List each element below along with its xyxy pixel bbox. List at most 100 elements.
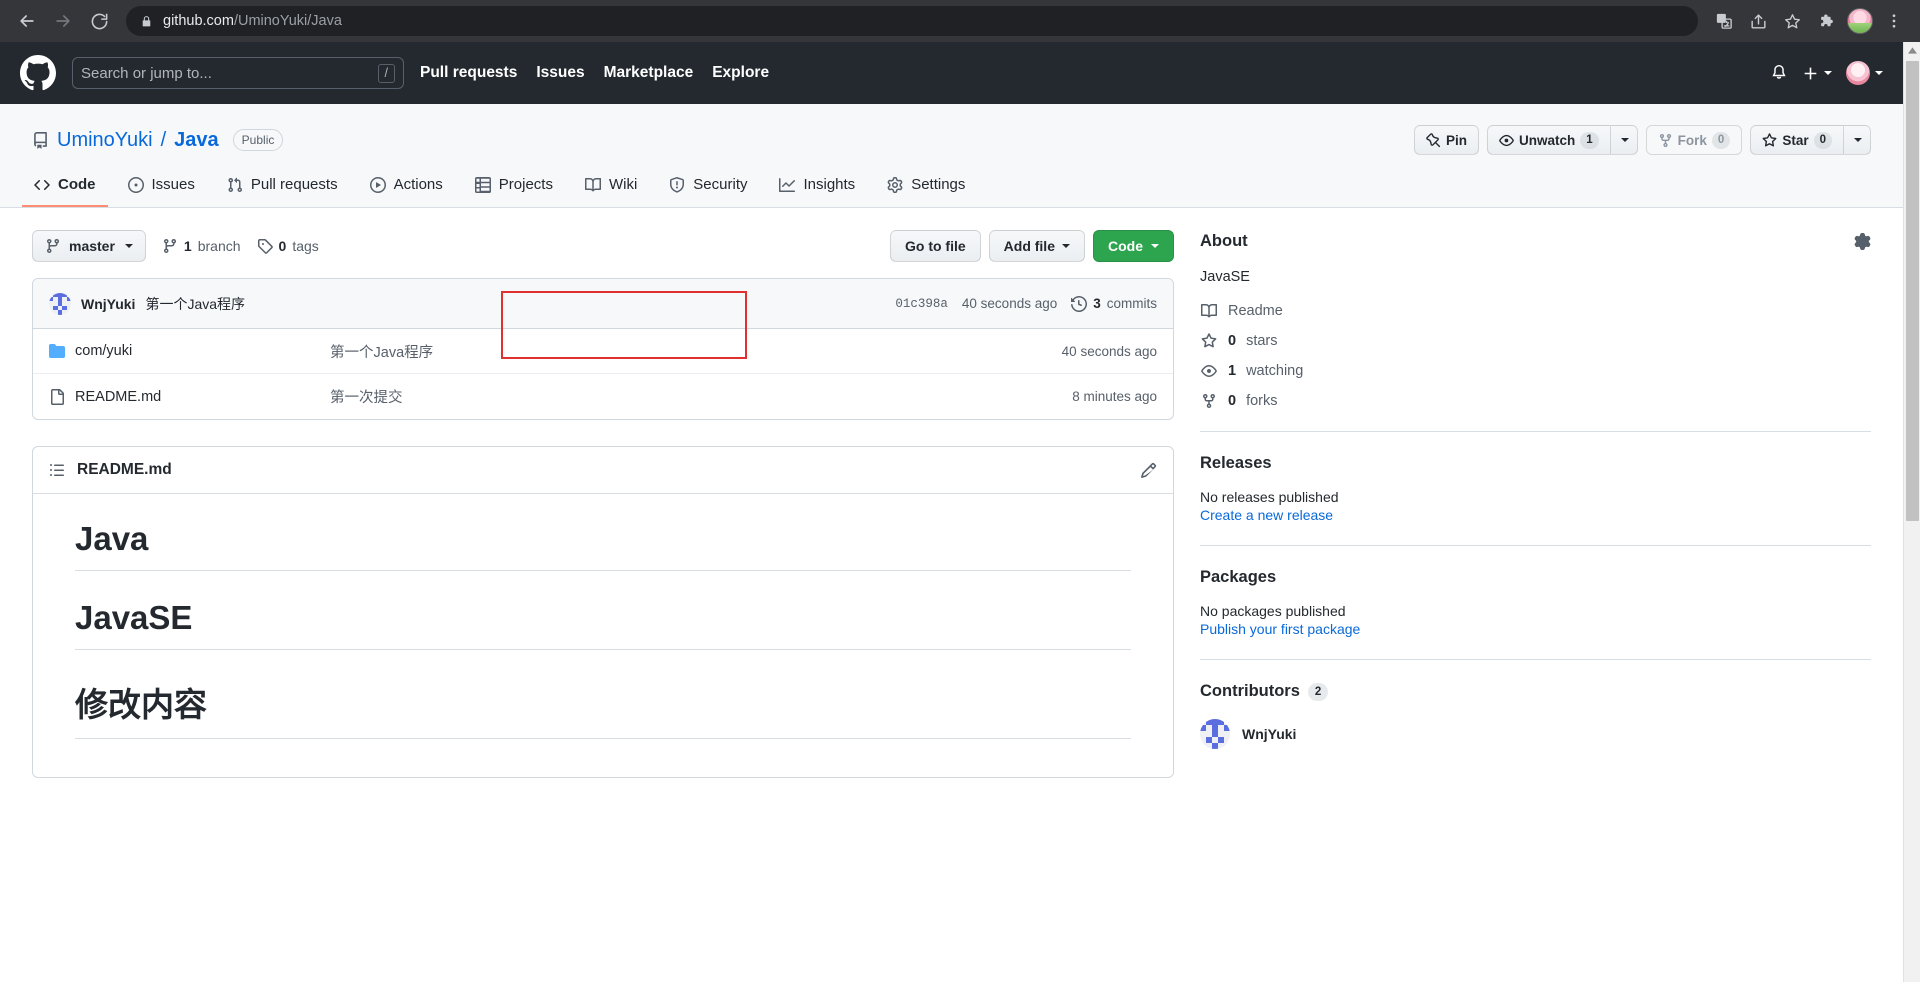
nav-marketplace[interactable]: Marketplace: [604, 64, 694, 82]
address-bar[interactable]: github.com/UminoYuki/Java: [126, 6, 1698, 36]
pencil-icon[interactable]: [1140, 462, 1157, 479]
tab-actions-label: Actions: [393, 176, 443, 193]
stars-link[interactable]: 0 stars: [1200, 333, 1871, 349]
chevron-down-icon: [1854, 138, 1862, 142]
tab-pull-requests[interactable]: Pull requests: [215, 168, 350, 207]
nav-explore[interactable]: Explore: [712, 64, 769, 82]
share-icon[interactable]: [1742, 5, 1774, 37]
commit-author-avatar: [49, 292, 71, 315]
repo-name-link[interactable]: Java: [174, 129, 219, 152]
tab-actions[interactable]: Actions: [358, 168, 455, 207]
forks-link[interactable]: 0 forks: [1200, 393, 1871, 409]
commits-count-link[interactable]: 3 commits: [1071, 295, 1157, 312]
visibility-badge: Public: [232, 129, 284, 151]
about-title-text: About: [1200, 232, 1248, 250]
page-scrollbar[interactable]: [1903, 42, 1920, 982]
book-icon: [584, 177, 601, 193]
chevron-down-icon: [1151, 244, 1159, 248]
browser-toolbar: github.com/UminoYuki/Java G: [0, 0, 1920, 42]
more-menu-icon[interactable]: [1878, 5, 1910, 37]
readme-link[interactable]: Readme: [1200, 303, 1871, 319]
divider: [1200, 545, 1871, 546]
tab-insights[interactable]: Insights: [767, 168, 867, 207]
star-button[interactable]: Star 0: [1750, 125, 1843, 155]
create-release-link[interactable]: Create a new release: [1200, 507, 1871, 523]
scroll-up-arrow-icon[interactable]: [1904, 42, 1920, 59]
pin-button[interactable]: Pin: [1413, 125, 1479, 155]
branch-count-link[interactable]: 1 branch: [162, 238, 241, 254]
file-commit-time: 8 minutes ago: [1072, 389, 1157, 404]
tab-security-label: Security: [693, 176, 748, 193]
bell-icon[interactable]: [1770, 64, 1788, 82]
go-to-file-button[interactable]: Go to file: [889, 230, 981, 262]
commit-sha[interactable]: 01c398a: [895, 297, 948, 311]
url-domain: github.com: [163, 13, 234, 29]
unwatch-button[interactable]: Unwatch 1: [1486, 125, 1610, 155]
translate-icon[interactable]: G: [1708, 5, 1740, 37]
extensions-puzzle-icon[interactable]: [1810, 5, 1842, 37]
tag-count: 0: [278, 238, 287, 254]
tab-issues-label: Issues: [151, 176, 195, 193]
releases-section-title: Releases: [1200, 454, 1871, 473]
file-commit-time: 40 seconds ago: [1061, 343, 1157, 359]
account-menu[interactable]: [1846, 61, 1883, 85]
scrollbar-thumb[interactable]: [1906, 61, 1919, 521]
profile-avatar[interactable]: [1844, 5, 1876, 37]
forward-arrow-icon[interactable]: [46, 4, 80, 38]
url-text: github.com/UminoYuki/Java: [163, 13, 342, 29]
stars-label: stars: [1246, 333, 1278, 349]
create-new-menu[interactable]: [1802, 65, 1832, 82]
commit-meta: 01c398a 40 seconds ago 3 commits: [895, 295, 1157, 312]
branch-count: 1: [183, 238, 192, 254]
github-mark-icon[interactable]: [20, 55, 56, 91]
search-input[interactable]: Search or jump to... /: [72, 57, 404, 89]
list-item[interactable]: WnjYuki: [1200, 719, 1871, 749]
latest-commit-bar: WnjYuki 第一个Java程序 01c398a 40 seconds ago…: [33, 279, 1173, 329]
tab-code[interactable]: Code: [22, 168, 108, 207]
table-row[interactable]: com/yuki 第一个Java程序 40 seconds ago: [33, 329, 1173, 374]
add-file-label: Add file: [1003, 238, 1055, 254]
back-arrow-icon[interactable]: [10, 4, 44, 38]
gear-icon[interactable]: [1854, 233, 1871, 250]
contributor-name[interactable]: WnjYuki: [1242, 726, 1296, 742]
tab-projects[interactable]: Projects: [463, 168, 565, 207]
tag-count-link[interactable]: 0 tags: [257, 238, 319, 254]
watching-link[interactable]: 1 watching: [1200, 363, 1871, 379]
publish-package-link[interactable]: Publish your first package: [1200, 621, 1871, 637]
commit-author-name[interactable]: WnjYuki: [81, 296, 135, 312]
tab-issues[interactable]: Issues: [116, 168, 207, 207]
reload-icon[interactable]: [82, 4, 116, 38]
nav-pull-requests[interactable]: Pull requests: [420, 64, 517, 82]
watch-dropdown-button[interactable]: [1609, 125, 1638, 155]
file-commit-message[interactable]: 第一次提交: [330, 386, 1072, 407]
branch-selector-button[interactable]: master: [32, 230, 146, 262]
fork-icon: [1200, 393, 1218, 409]
tag-count-label: tags: [292, 238, 319, 254]
packages-section-title: Packages: [1200, 568, 1871, 587]
code-download-button[interactable]: Code: [1093, 230, 1174, 262]
commits-count: 3: [1093, 296, 1101, 311]
user-avatar: [1846, 61, 1870, 85]
tab-insights-label: Insights: [803, 176, 856, 193]
table-row[interactable]: README.md 第一次提交 8 minutes ago: [33, 374, 1173, 419]
file-name[interactable]: com/yuki: [75, 343, 330, 359]
nav-issues[interactable]: Issues: [536, 64, 584, 82]
fork-button[interactable]: Fork 0: [1645, 125, 1743, 155]
star-dropdown-button[interactable]: [1843, 125, 1871, 155]
bookmark-star-icon[interactable]: [1776, 5, 1808, 37]
repo-owner-link[interactable]: UminoYuki: [57, 129, 153, 152]
readme-heading: JavaSE: [75, 599, 1131, 650]
readme-panel: README.md Java JavaSE 修改内容: [32, 446, 1174, 778]
watch-count: 1: [1580, 131, 1599, 149]
list-unordered-icon[interactable]: [49, 462, 65, 478]
tab-security[interactable]: Security: [657, 168, 759, 207]
tab-settings[interactable]: Settings: [875, 168, 977, 207]
tab-wiki[interactable]: Wiki: [573, 168, 649, 207]
add-file-button[interactable]: Add file: [988, 230, 1085, 262]
packages-empty-text: No packages published: [1200, 603, 1346, 619]
file-name[interactable]: README.md: [75, 389, 330, 405]
readme-content: Java JavaSE 修改内容: [33, 494, 1173, 777]
file-commit-message[interactable]: 第一个Java程序: [330, 341, 1062, 362]
commit-message[interactable]: 第一个Java程序: [145, 294, 245, 314]
search-placeholder: Search or jump to...: [81, 64, 212, 82]
